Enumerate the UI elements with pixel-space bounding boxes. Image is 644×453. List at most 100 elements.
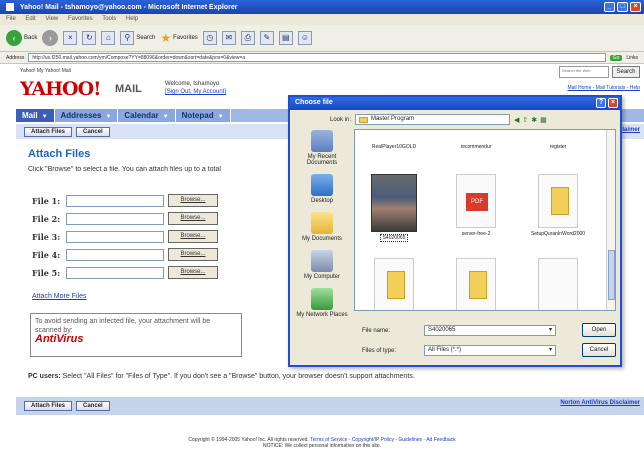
file-item-selected[interactable]: S4020065 (361, 174, 427, 242)
file-item[interactable] (525, 258, 591, 310)
history-icon[interactable]: ◷ (202, 31, 217, 45)
file-name-row: File name: S4020065 ▾ (362, 325, 556, 336)
file-row-2: File 2: Browse... (32, 212, 218, 225)
norton-disclaimer-link-bottom[interactable]: Norton AntiVirus Disclaimer (560, 400, 640, 406)
stop-icon[interactable]: × (63, 31, 78, 45)
back-arrow-icon[interactable]: ◀ (514, 116, 519, 124)
tab-calendar[interactable]: Calendar ▼ (118, 109, 176, 122)
open-button[interactable]: Open (582, 323, 616, 337)
file-item-label: RealPlayer10GOLD (371, 144, 417, 150)
file-item-label: recommendur (460, 144, 492, 150)
menu-view[interactable]: View (45, 16, 58, 22)
file-row-3: File 3: Browse... (32, 230, 218, 243)
home-icon[interactable]: ⌂ (101, 31, 116, 45)
yahoo-search-button[interactable]: Search (612, 66, 640, 78)
browse-button-1[interactable]: Browse... (168, 194, 218, 207)
file-row-4: File 4: Browse... (32, 248, 218, 261)
page-title: Attach Files (28, 148, 91, 160)
favorites-button[interactable]: ★ Favorites (160, 31, 197, 45)
folder-icon (538, 174, 578, 228)
menu-file[interactable]: File (6, 16, 16, 22)
yahoo-search-input[interactable]: Search the Web (559, 66, 609, 78)
browse-button-4[interactable]: Browse... (168, 248, 218, 261)
cancel-button-bottom[interactable]: Cancel (76, 401, 110, 411)
mail-icon[interactable]: ✉ (221, 31, 236, 45)
minimize-button[interactable]: _ (604, 2, 615, 12)
file-name-input[interactable]: S4020065 ▾ (424, 325, 556, 336)
back-label: Back (24, 35, 38, 41)
messenger-icon[interactable]: ☺ (297, 31, 312, 45)
file-item[interactable] (361, 258, 427, 310)
file-item[interactable]: register (525, 144, 591, 150)
file-item[interactable]: SetupQuranInWord2000 (525, 174, 591, 237)
file-item[interactable]: server-free-2 (443, 174, 509, 237)
back-arrow-icon: ‹ (6, 30, 22, 46)
place-computer[interactable]: My Computer (296, 250, 348, 280)
cancel-button[interactable]: Cancel (76, 126, 110, 137)
yahoo-top-links[interactable]: Yahoo! My Yahoo! Mail (20, 68, 71, 74)
menu-edit[interactable]: Edit (25, 16, 35, 22)
folder-icon[interactable]: ▤ (278, 31, 293, 45)
search-icon: ⚲ (120, 31, 135, 45)
file-item[interactable]: RealPlayer10GOLD (361, 144, 427, 150)
place-network[interactable]: My Network Places (296, 288, 348, 318)
menu-tools[interactable]: Tools (102, 16, 116, 22)
my-documents-icon (311, 212, 333, 234)
tab-addresses-label: Addresses (60, 111, 102, 120)
dialog-close-button[interactable]: × (608, 98, 618, 108)
search-label: Search (136, 35, 156, 41)
browse-button-3[interactable]: Browse... (168, 230, 218, 243)
attach-more-link[interactable]: Attach More Files (32, 293, 86, 300)
edit-icon[interactable]: ✎ (259, 31, 274, 45)
file-input-2[interactable] (66, 212, 164, 225)
file-item[interactable] (443, 258, 509, 310)
close-button[interactable]: × (630, 2, 641, 12)
links-label[interactable]: Links (626, 55, 638, 61)
chevron-down-icon[interactable]: ▾ (549, 346, 552, 355)
print-icon[interactable]: ⎙ (240, 31, 255, 45)
antivirus-notice: To avoid sending an infected file, your … (30, 313, 242, 357)
attach-files-button-bottom[interactable]: Attach Files (24, 401, 73, 411)
place-recent[interactable]: My Recent Documents (296, 130, 348, 166)
maximize-button[interactable]: □ (617, 2, 628, 12)
back-button[interactable]: ‹ Back (6, 30, 37, 46)
look-in-select[interactable]: Master Program (355, 114, 511, 125)
forward-button[interactable]: › (42, 30, 59, 46)
chevron-down-icon[interactable]: ▾ (549, 326, 552, 335)
menu-help[interactable]: Help (126, 16, 138, 22)
refresh-icon[interactable]: ↻ (82, 31, 97, 45)
tab-addresses[interactable]: Addresses ▼ (54, 109, 119, 122)
ie-icon (6, 3, 14, 11)
file-input-3[interactable] (66, 230, 164, 243)
file-item-label: S4020065 (379, 234, 409, 242)
yahoo-logo[interactable]: YAHOO! (20, 78, 101, 100)
up-folder-icon[interactable]: ⇧ (522, 116, 528, 124)
footer-notice: NOTICE: We collect personal information … (262, 443, 381, 449)
menu-favorites[interactable]: Favorites (68, 16, 93, 22)
place-recent-label: My Recent Documents (306, 154, 338, 166)
file-input-1[interactable] (66, 194, 164, 207)
file-input-4[interactable] (66, 248, 164, 261)
place-documents[interactable]: My Documents (296, 212, 348, 242)
tab-notepad[interactable]: Notepad ▼ (175, 109, 231, 122)
tab-mail[interactable]: Mail ▼ (16, 109, 55, 122)
network-places-icon (311, 288, 333, 310)
search-button[interactable]: ⚲ Search (120, 31, 155, 45)
dialog-help-button[interactable]: ? (596, 98, 606, 108)
dialog-cancel-button[interactable]: Cancel (582, 343, 616, 357)
file-list-scrollbar[interactable] (606, 130, 615, 310)
account-links[interactable]: [Sign Out, My Account] (165, 88, 226, 96)
file-input-5[interactable] (66, 266, 164, 279)
file-type-select[interactable]: All Files (*.*) ▾ (424, 345, 556, 356)
browse-button-5[interactable]: Browse... (168, 266, 218, 279)
scrollbar-thumb[interactable] (608, 250, 615, 300)
view-menu-icon[interactable]: ▦ (540, 116, 547, 124)
yahoo-right-links[interactable]: Mail Home - Mail Tutorials - Help (567, 85, 640, 91)
file-item[interactable]: recommendur (443, 144, 509, 150)
go-button[interactable]: Go (609, 54, 623, 61)
place-desktop[interactable]: Desktop (296, 174, 348, 204)
browse-button-2[interactable]: Browse... (168, 212, 218, 225)
new-folder-icon[interactable]: ✱ (531, 116, 537, 124)
attach-files-button[interactable]: Attach Files (24, 126, 73, 137)
address-input[interactable]: http://us.f250.mail.yahoo.com/ym/Compose… (28, 53, 606, 62)
